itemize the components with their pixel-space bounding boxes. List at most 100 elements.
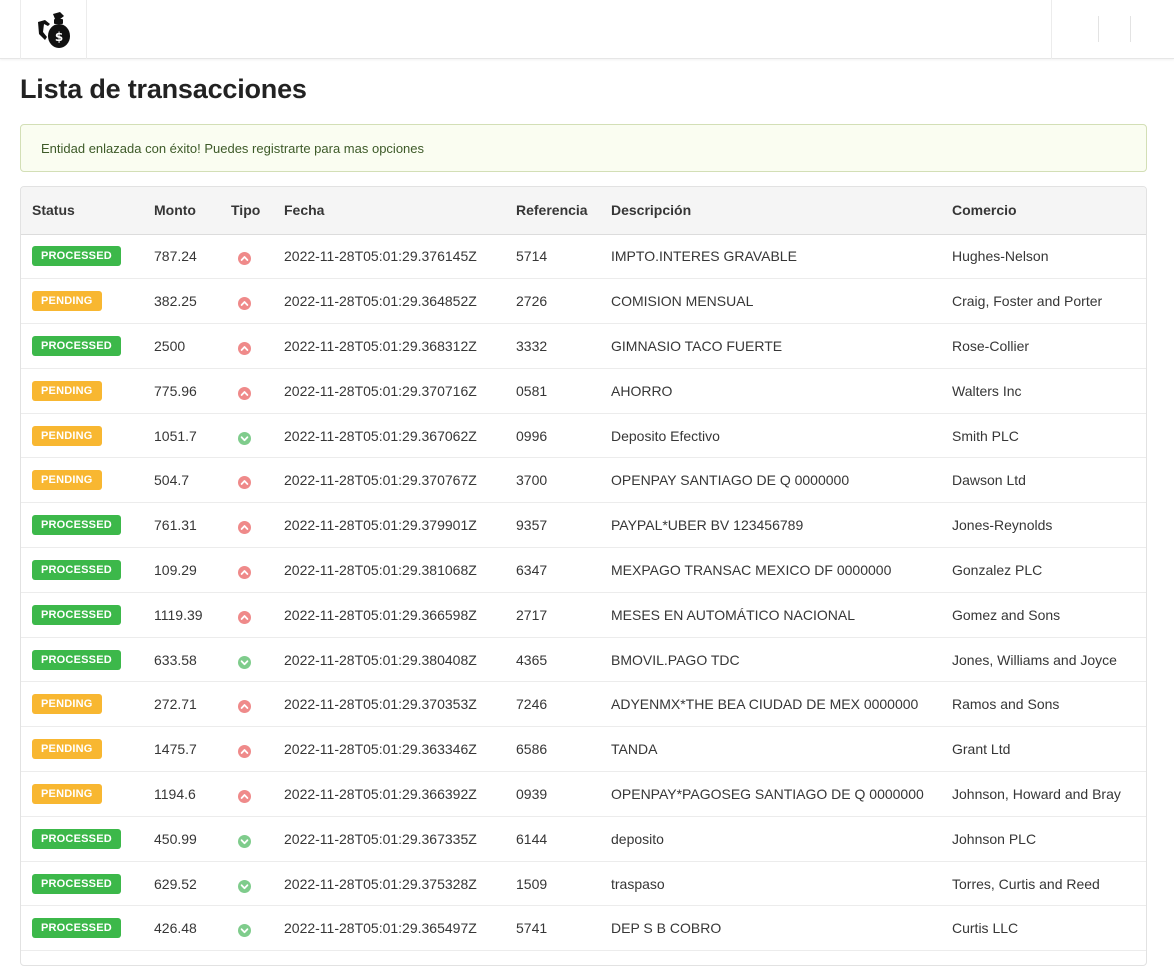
table-row[interactable]: PENDING 1475.7 2022-11-28T05:01:29.363346Z… [21, 726, 1146, 773]
navbar-divider [1130, 16, 1131, 42]
navbar-divider [1098, 16, 1099, 42]
monto-cell: 633.58 [143, 637, 220, 683]
table-row[interactable]: PENDING 382.25 2022-11-28T05:01:29.364852Z… [21, 278, 1146, 325]
chevron-up-circle-icon [238, 700, 251, 714]
chevron-up-circle-icon [238, 521, 251, 535]
table-row[interactable]: PENDING 272.71 2022-11-28T05:01:29.370353Z… [21, 681, 1146, 728]
table-row[interactable]: PROCESSED 2500 2022-11-28T05:01:29.368312Z… [21, 323, 1146, 369]
table-row[interactable]: PENDING 1051.7 2022-11-28T05:01:29.367062Z… [21, 413, 1146, 459]
descripcion-cell: DEP S B COBRO [600, 905, 941, 952]
fecha-cell: 2022-11-28T05:01:29.370716Z [273, 368, 505, 414]
chevron-up-circle-icon [238, 252, 251, 266]
status-badge: PENDING [32, 380, 102, 401]
column-header-fecha[interactable]: Fecha [273, 187, 505, 235]
descripcion-cell: OPENPAY SANTIAGO DE Q 0000000 [600, 457, 941, 504]
money-bag-hand-icon: $ [35, 10, 73, 50]
tipo-cell [220, 861, 273, 907]
chevron-down-circle-icon [238, 834, 251, 848]
comercio-cell: Curtis LLC [941, 905, 1146, 952]
table-row[interactable]: PROCESSED 761.31 2022-11-28T05:01:29.37990… [21, 502, 1146, 549]
fecha-cell: 2022-11-28T05:01:29.370767Z [273, 457, 505, 504]
fecha-cell: 2022-11-28T05:01:29.381068Z [273, 547, 505, 593]
column-header-monto[interactable]: Monto [143, 187, 220, 235]
status-cell: PROCESSED [21, 816, 143, 862]
comercio-cell: Gonzalez PLC [941, 547, 1146, 593]
column-header-status[interactable]: Status [21, 187, 143, 235]
table-row[interactable]: PROCESSED 629.52 2022-11-28T05:01:29.37532… [21, 861, 1146, 907]
column-header-referencia[interactable]: Referencia [505, 187, 600, 235]
descripcion-cell: Deposito Efectivo [600, 413, 941, 459]
chevron-up-circle-icon [238, 476, 251, 490]
status-badge: PROCESSED [32, 873, 121, 894]
column-header-comercio[interactable]: Comercio [941, 187, 1146, 235]
fecha-cell: 2022-11-28T05:01:29.366392Z [273, 771, 505, 817]
status-cell: PENDING [21, 368, 143, 414]
tipo-cell [220, 681, 273, 728]
tipo-cell [220, 771, 273, 817]
referencia-cell: 2717 [505, 592, 600, 638]
referencia-cell: 2726 [505, 278, 600, 325]
referencia-cell: 6144 [505, 816, 600, 862]
tipo-cell [220, 502, 273, 549]
descripcion-cell: IMPTO.INTERES GRAVABLE [600, 234, 941, 280]
fecha-cell: 2022-11-28T05:01:29.376145Z [273, 234, 505, 280]
brand-logo-link[interactable]: $ [20, 0, 87, 59]
status-cell: PENDING [21, 681, 143, 728]
fecha-cell: 2022-11-28T05:01:29.367335Z [273, 816, 505, 862]
table-row[interactable]: PENDING 1194.6 2022-11-28T05:01:29.366392Z… [21, 771, 1146, 817]
status-cell: PROCESSED [21, 637, 143, 683]
column-header-tipo[interactable]: Tipo [220, 187, 273, 235]
monto-cell: 787.24 [143, 234, 220, 280]
status-cell: PENDING [21, 278, 143, 325]
comercio-cell: Jones, Williams and Joyce [941, 637, 1146, 683]
chevron-down-circle-icon [238, 879, 251, 893]
status-badge: PENDING [32, 783, 102, 804]
monto-cell: 426.48 [143, 905, 220, 952]
svg-text:$: $ [54, 30, 62, 44]
table-row[interactable]: PROCESSED 787.24 2022-11-28T05:01:29.37614… [21, 234, 1146, 280]
monto-cell: 1119.39 [143, 592, 220, 638]
fecha-cell: 2022-11-28T05:01:29.379901Z [273, 502, 505, 549]
tipo-cell [220, 592, 273, 638]
table-row[interactable]: PROCESSED 109.29 2022-11-28T05:01:29.38106… [21, 547, 1146, 593]
comercio-cell: Johnson PLC [941, 816, 1146, 862]
status-badge: PROCESSED [32, 559, 121, 580]
descripcion-cell: OPENPAY*PAGOSEG SANTIAGO DE Q 0000000 [600, 771, 941, 817]
column-header-descripcion[interactable]: Descripción [600, 187, 941, 235]
table-row[interactable]: PENDING 504.7 2022-11-28T05:01:29.370767Z 3… [21, 457, 1146, 504]
status-badge: PROCESSED [32, 604, 121, 625]
monto-cell: 504.7 [143, 457, 220, 504]
status-badge: PROCESSED [32, 246, 121, 267]
referencia-cell: 0939 [505, 771, 600, 817]
table-row[interactable]: PROCESSED 1119.39 2022-11-28T05:01:29.3665… [21, 592, 1146, 638]
referencia-cell: 9357 [505, 502, 600, 549]
chevron-up-circle-icon [238, 610, 251, 624]
status-cell: PENDING [21, 771, 143, 817]
page-title: Lista de transacciones [20, 74, 307, 104]
referencia-cell: 6347 [505, 547, 600, 593]
chevron-down-circle-icon [238, 924, 251, 938]
monto-cell: 629.52 [143, 861, 220, 907]
table-row[interactable]: PROCESSED 633.58 2022-11-28T05:01:29.38040… [21, 637, 1146, 683]
fecha-cell: 2022-11-28T05:01:29.363346Z [273, 726, 505, 773]
table-row[interactable]: PROCESSED 450.99 2022-11-28T05:01:29.36733… [21, 816, 1146, 862]
table-row[interactable]: PENDING 775.96 2022-11-28T05:01:29.370716Z… [21, 368, 1146, 414]
chevron-up-circle-icon [238, 297, 251, 311]
monto-cell: 761.31 [143, 502, 220, 549]
transactions-table: Status Monto Tipo Fecha Referencia Descr… [21, 187, 1146, 952]
tipo-cell [220, 368, 273, 414]
status-cell: PENDING [21, 413, 143, 459]
monto-cell: 1475.7 [143, 726, 220, 773]
table-body: PROCESSED 787.24 2022-11-28T05:01:29.37614… [21, 234, 1146, 952]
fecha-cell: 2022-11-28T05:01:29.380408Z [273, 637, 505, 683]
descripcion-cell: GIMNASIO TACO FUERTE [600, 323, 941, 369]
referencia-cell: 4365 [505, 637, 600, 683]
comercio-cell: Dawson Ltd [941, 457, 1146, 504]
chevron-up-circle-icon [238, 341, 251, 355]
status-badge: PROCESSED [32, 335, 121, 356]
status-cell: PROCESSED [21, 905, 143, 952]
comercio-cell: Jones-Reynolds [941, 502, 1146, 549]
fecha-cell: 2022-11-28T05:01:29.370353Z [273, 681, 505, 728]
table-row[interactable]: PROCESSED 426.48 2022-11-28T05:01:29.36549… [21, 905, 1146, 952]
transactions-table-container: Status Monto Tipo Fecha Referencia Descr… [20, 186, 1147, 966]
